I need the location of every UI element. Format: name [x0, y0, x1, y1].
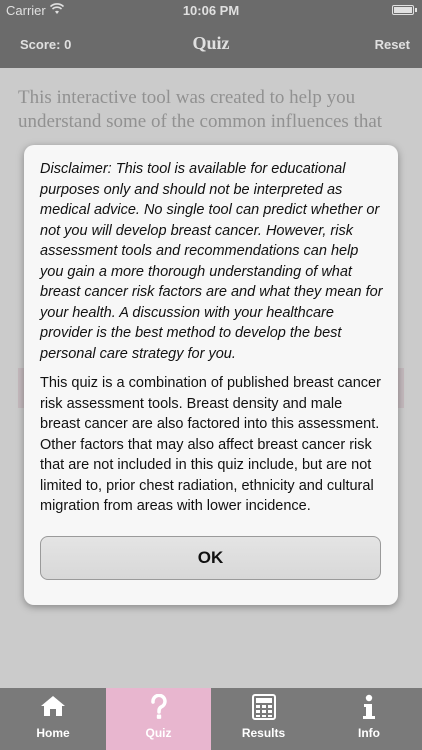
tab-results[interactable]: Results — [211, 688, 316, 750]
question-icon — [150, 694, 167, 719]
disclaimer-text: Disclaimer: This tool is available for e… — [40, 161, 383, 362]
tab-info-label: Info — [358, 726, 380, 740]
tab-home[interactable]: Home — [0, 688, 106, 750]
home-icon — [41, 696, 65, 716]
tab-info[interactable]: Info — [316, 688, 422, 750]
calculator-icon — [251, 694, 276, 720]
tab-results-label: Results — [241, 726, 286, 740]
tab-quiz-label: Quiz — [145, 726, 172, 740]
disclaimer-dialog: Disclaimer: This tool is available for e… — [24, 145, 398, 605]
ok-button[interactable]: OK — [40, 536, 381, 580]
tab-home-label: Home — [36, 726, 70, 740]
tab-quiz[interactable]: Quiz — [106, 688, 211, 750]
info-icon — [363, 694, 375, 719]
quiz-description-text: This quiz is a combination of published … — [40, 375, 381, 514]
tab-bar: Home Quiz Results Info — [0, 688, 422, 750]
